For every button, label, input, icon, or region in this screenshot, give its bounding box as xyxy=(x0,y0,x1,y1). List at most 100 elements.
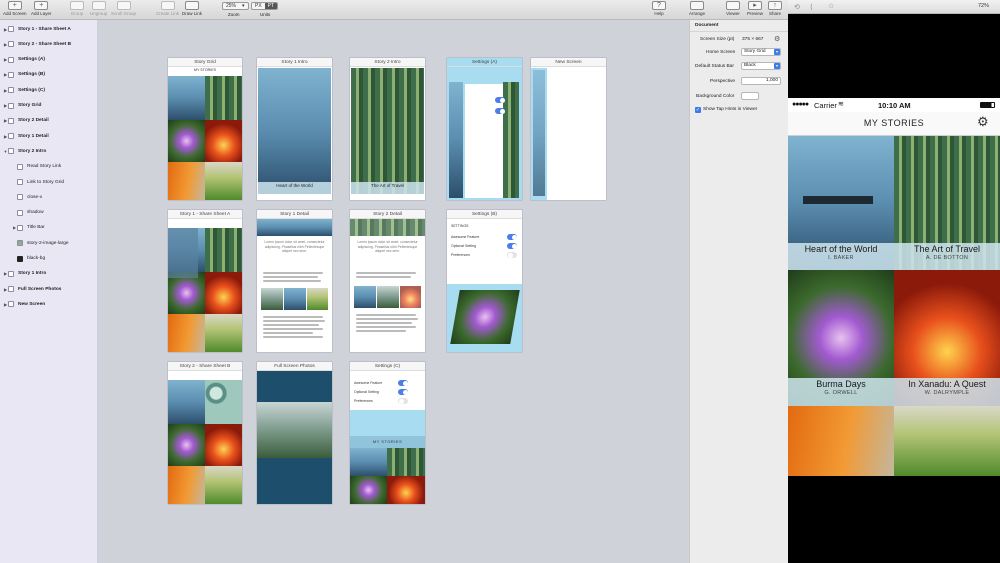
story-title: Heart of the World xyxy=(804,244,878,254)
layer-row[interactable]: close-x xyxy=(12,192,42,202)
mini-text-line xyxy=(263,332,313,334)
perspective-input[interactable]: 1,000 xyxy=(741,77,781,85)
mini-setting-label: Preferences xyxy=(451,253,470,257)
layer-row[interactable]: ▶ Title Bar xyxy=(12,223,45,233)
artboard-story-1-intro[interactable]: Story 1 Intro Heart of the World xyxy=(257,58,332,200)
units-px-option[interactable]: PX xyxy=(252,3,265,9)
add-layer-button[interactable]: + Add Layer xyxy=(31,1,52,16)
layer-row[interactable]: Link to Story Grid xyxy=(12,177,64,187)
layer-row[interactable]: ▶ Settings (B) xyxy=(3,70,45,80)
help-icon: ? xyxy=(652,1,666,10)
artboard-title: Story 2 Detail xyxy=(350,210,425,219)
story-tile-burma-days[interactable]: Burma Days G. ORWELL xyxy=(788,270,894,406)
layer-row[interactable]: ▶ New Screen xyxy=(3,299,45,309)
mini-settings-header: SETTINGS xyxy=(451,224,469,228)
viewer-button[interactable]: Viewer xyxy=(726,1,740,16)
layer-row[interactable]: ▶ Story 1 Intro xyxy=(3,269,46,279)
layer-label: Settings (C) xyxy=(18,87,45,93)
layer-row[interactable]: ▶ Story 1 Detail xyxy=(3,131,49,141)
add-screen-button[interactable]: + Add Screen xyxy=(3,1,27,16)
preview-window: ⟲ ⟨ ☆ 72% ●●●●● Carrier ≋ 10:10 AM MY ST… xyxy=(788,0,1000,563)
tap-hints-checkbox[interactable]: ✓ xyxy=(695,107,701,113)
ungroup-button[interactable]: Ungroup xyxy=(90,1,107,16)
layer-row[interactable]: ▶ Full Screen Photos xyxy=(3,284,61,294)
zoom-select[interactable]: 25% ▾ xyxy=(222,2,249,10)
layer-row[interactable]: black-bg xyxy=(12,254,45,264)
story-tile-in-xanadu[interactable]: In Xanadu: A Quest W. DALRYMPLE xyxy=(894,270,1000,406)
gear-icon[interactable]: ⚙ xyxy=(977,114,989,130)
status-bar-select[interactable]: Black ▾ xyxy=(741,62,781,70)
layer-row[interactable]: shadow xyxy=(12,208,44,218)
status-bar-value: Black xyxy=(744,63,756,68)
layer-row[interactable]: ▼ Story 2 Intro xyxy=(3,146,46,156)
story-tile-field[interactable] xyxy=(894,406,1000,476)
group-button[interactable]: Group xyxy=(70,1,84,16)
artboard-story-2-share[interactable]: Story 2 - Share Sheet B xyxy=(168,362,242,504)
artboard-story-2-intro[interactable]: Story 2 Intro The Art of Travel xyxy=(350,58,425,200)
draw-link-button[interactable]: Draw Link xyxy=(182,1,202,16)
story-title: The Art of Travel xyxy=(913,244,981,254)
play-icon: ▸ xyxy=(748,1,762,10)
story-tile-the-art-of-travel[interactable]: The Art of Travel A. DE BOTTON xyxy=(894,136,1000,270)
units-pt-option[interactable]: PT xyxy=(264,3,278,9)
layer-icon xyxy=(17,255,23,262)
mini-text-line xyxy=(356,276,411,278)
artboard-full-screen-photos[interactable]: Full Screen Photos xyxy=(257,362,332,504)
mini-photo xyxy=(284,288,306,310)
signal-icon: ●●●●● xyxy=(792,101,809,108)
help-button[interactable]: ? Help xyxy=(652,1,666,16)
layer-label: New Screen xyxy=(18,301,46,307)
artboard-settings-b[interactable]: Settings (B) SETTINGS Awesome Feature Op… xyxy=(447,210,522,352)
gear-icon[interactable]: ⚙ xyxy=(774,36,781,43)
preview-zoom[interactable]: 72% xyxy=(978,3,989,9)
rotate-icon[interactable]: ⟲ xyxy=(794,3,800,11)
units-label: Units xyxy=(260,12,271,17)
mini-photo xyxy=(257,402,332,458)
status-bar-label: Default Status Bar xyxy=(695,64,734,69)
artboard-settings-a[interactable]: Settings (A) xyxy=(447,58,522,200)
layer-icon xyxy=(17,224,23,231)
artboard-story-2-detail[interactable]: Story 2 Detail Lorem ipsum dolor sit ame… xyxy=(350,210,425,352)
background-color-label: Background Color xyxy=(696,94,735,99)
layer-icon xyxy=(17,194,23,201)
layer-row[interactable]: Read Story Link xyxy=(12,162,61,172)
layer-row[interactable]: ▶ Settings (C) xyxy=(3,85,45,95)
pier-shape xyxy=(803,196,873,204)
layer-label: black-bg xyxy=(27,256,46,261)
mini-toggle xyxy=(398,389,408,395)
layer-row[interactable]: ▶ Story 2 Detail xyxy=(3,116,49,126)
wifi-icon: ≋ xyxy=(838,101,844,108)
screen-icon xyxy=(8,286,14,293)
create-link-button[interactable]: Create Link xyxy=(156,1,179,16)
artboard-settings-c[interactable]: Settings (C) Awesome Feature Optional Se… xyxy=(350,362,425,504)
layers-panel: ▶ Story 1 - Share Sheet A ▶ Story 2 - Share… xyxy=(0,20,98,563)
artboard-new-screen[interactable]: New Screen xyxy=(531,58,606,200)
layer-row[interactable]: ▶ Story Grid xyxy=(3,101,41,111)
preview-button[interactable]: ▸ Preview xyxy=(747,1,763,16)
design-canvas[interactable]: Story Grid MY STORIES Story 1 Intro Hear… xyxy=(98,20,689,563)
mini-thumb xyxy=(205,272,242,314)
layer-row[interactable]: story-2-image-large xyxy=(12,238,69,248)
back-icon[interactable]: ⟨ xyxy=(810,3,813,11)
layer-row[interactable]: ▶ Story 2 - Share Sheet B xyxy=(3,39,71,49)
artboard-story-1-detail[interactable]: Story 1 Detail Lorem ipsum dolor sit ame… xyxy=(257,210,332,352)
mini-thumb-red xyxy=(205,120,242,162)
ungroup-icon xyxy=(91,1,106,10)
mini-text-line xyxy=(263,328,323,330)
scroll-group-button[interactable]: Scroll Group xyxy=(111,1,136,16)
share-button[interactable]: ↑ Share xyxy=(768,1,782,16)
artboard-story-1-share[interactable]: Story 1 - Share Sheet A xyxy=(168,210,242,352)
phone-icon xyxy=(726,1,740,10)
artboard-story-grid[interactable]: Story Grid MY STORIES xyxy=(168,58,242,200)
layer-row[interactable]: ▶ Settings (A) xyxy=(3,55,45,65)
story-tile-monks[interactable] xyxy=(788,406,894,476)
arrange-button[interactable]: Arrange xyxy=(689,1,705,16)
star-icon[interactable]: ☆ xyxy=(828,2,834,10)
story-tile-heart-of-the-world[interactable]: Heart of the World I. BAKER xyxy=(788,136,894,270)
background-color-well[interactable] xyxy=(741,92,759,100)
home-screen-select[interactable]: Story Grid ▾ xyxy=(741,48,781,56)
layer-row[interactable]: ▶ Story 1 - Share Sheet A xyxy=(3,24,71,34)
chevron-down-icon: ▾ xyxy=(774,49,780,55)
screen-size-value[interactable]: 375 × 667 xyxy=(742,37,763,42)
mini-photo xyxy=(377,286,399,308)
